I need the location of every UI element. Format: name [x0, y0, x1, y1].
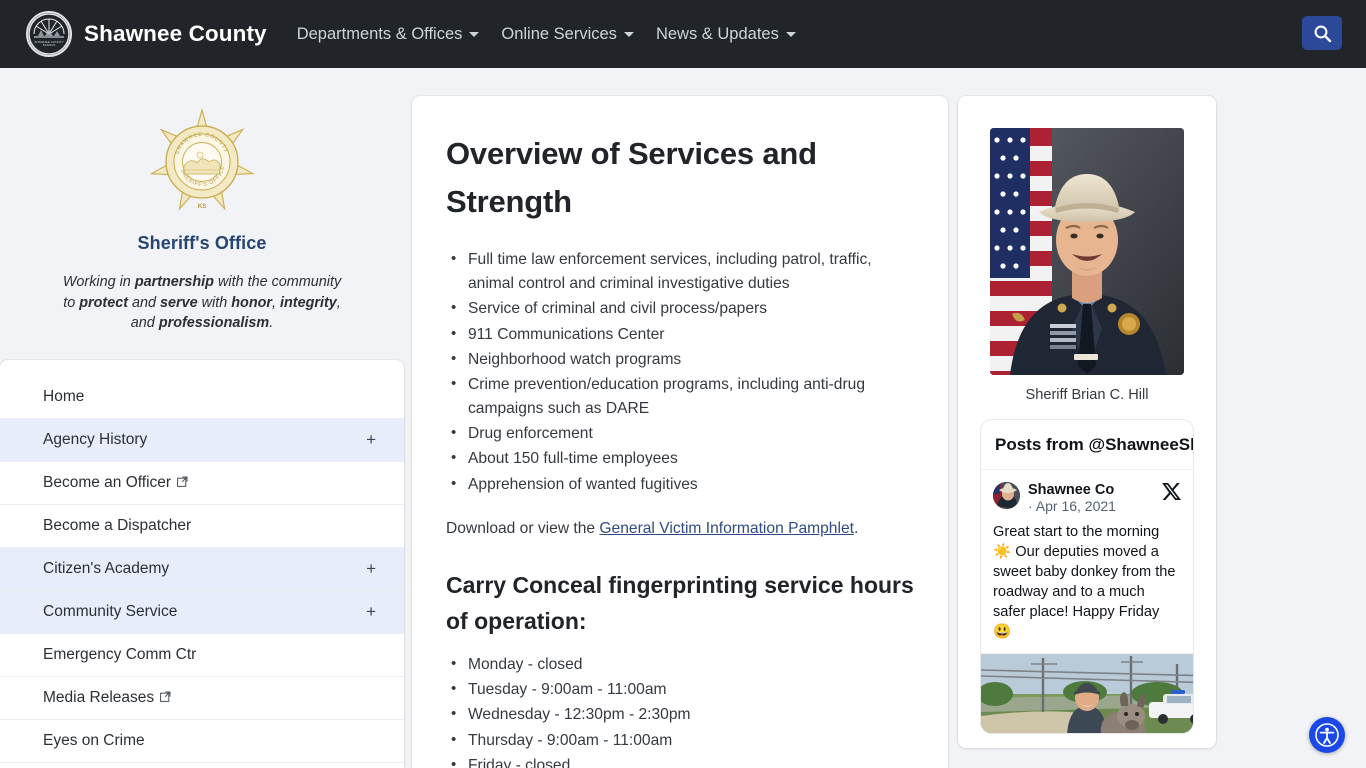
mission-emphasis: protect	[79, 294, 128, 311]
mission-emphasis: professionalism	[158, 315, 270, 332]
list-item: Wednesday - 12:30pm - 2:30pm	[450, 702, 916, 727]
x-widget-header: Posts from @ShawneeSheriff	[981, 420, 1193, 470]
pamphlet-paragraph: Download or view the General Victim Info…	[446, 517, 916, 541]
services-list: Full time law enforcement services, incl…	[450, 247, 916, 497]
external-link-icon	[160, 689, 171, 707]
sidebar-item-label: Media Releases	[43, 688, 155, 706]
brand-home-link[interactable]: SHAWNEE COUNTY KANSAS Shawnee County	[26, 11, 267, 57]
list-item: Full time law enforcement services, incl…	[450, 247, 916, 296]
sidebar-item-concealed-carry[interactable]: Concealed Carry	[0, 763, 404, 768]
sidebar-item-label: Agency History	[43, 430, 148, 448]
sidebar-item-label: Home	[43, 387, 85, 405]
primary-nav: Departments & Offices Online Services Ne…	[297, 25, 796, 44]
svg-text:KS: KS	[198, 204, 206, 210]
x-post-meta: Shawnee Co · Apr 16, 2021	[1028, 482, 1152, 516]
list-item: Service of criminal and civil process/pa…	[450, 296, 916, 321]
deputy-with-donkey-photo[interactable]	[981, 652, 1193, 733]
sidebar-item-media-releases[interactable]: Media Releases	[0, 677, 404, 720]
hours-list: Monday - closed Tuesday - 9:00am - 11:00…	[450, 652, 916, 768]
sidebar-item-label: Become an Officer	[43, 473, 172, 491]
mission-emphasis: serve	[160, 294, 198, 311]
sidebar-item-citizens-academy[interactable]: Citizen's Academy +	[0, 547, 404, 591]
mission-emphasis: integrity	[280, 294, 337, 311]
main-content-column: Overview of Services and Strength Full t…	[412, 96, 948, 768]
x-timeline-widget: Posts from @ShawneeSheriff	[980, 419, 1194, 734]
svg-text:KANSAS: KANSAS	[43, 43, 56, 47]
mission-emphasis: honor	[231, 294, 272, 311]
expand-plus-icon[interactable]: +	[366, 431, 376, 448]
sheriff-star-badge-icon: SHAWNEE COUNTY SHERIFF'S OFFICE KS	[143, 107, 261, 225]
x-account-name: Shawnee Co	[1028, 481, 1114, 498]
nav-item-news-updates[interactable]: News & Updates	[656, 25, 796, 44]
page-title: Overview of Services and Strength	[446, 136, 817, 220]
accessibility-widget-button[interactable]	[1309, 717, 1345, 753]
mission-text: with	[197, 294, 232, 311]
avatar[interactable]	[993, 481, 1020, 509]
external-link-icon	[177, 474, 188, 492]
department-badge-block: SHAWNEE COUNTY SHERIFF'S OFFICE KS Sheri…	[0, 96, 404, 254]
nav-item-online-services[interactable]: Online Services	[501, 25, 634, 44]
search-button[interactable]	[1302, 16, 1342, 50]
mission-text: ,	[272, 294, 280, 311]
sidebar-item-community-service[interactable]: Community Service +	[0, 590, 404, 634]
list-item: Drug enforcement	[450, 421, 916, 446]
sidebar-item-label: Become a Dispatcher	[43, 516, 192, 534]
main-content-card: Overview of Services and Strength Full t…	[412, 96, 948, 768]
nav-item-departments-offices[interactable]: Departments & Offices	[297, 25, 480, 44]
county-seal-icon: SHAWNEE COUNTY KANSAS	[26, 11, 72, 57]
sidebar-item-label: Emergency Comm Ctr	[43, 645, 197, 663]
sidebar-item-agency-history[interactable]: Agency History +	[0, 418, 404, 462]
chevron-down-icon	[469, 31, 480, 37]
mission-text: .	[269, 315, 274, 332]
x-post-body: Great start to the morning ☀️ Our deputi…	[993, 523, 1176, 640]
top-navbar: SHAWNEE COUNTY KANSAS Shawnee County Dep…	[0, 0, 1366, 68]
list-item: Thursday - 9:00am - 11:00am	[450, 727, 916, 753]
mission-emphasis: partnership	[134, 274, 214, 290]
page-body: SHAWNEE COUNTY SHERIFF'S OFFICE KS Sheri…	[0, 68, 1366, 768]
x-post[interactable]: Shawnee Co · Apr 16, 2021 Great start to…	[981, 470, 1193, 653]
list-item: Monday - closed	[450, 652, 916, 677]
sidebar-item-become-a-dispatcher[interactable]: Become a Dispatcher	[0, 505, 404, 548]
sidebar-item-label: Eyes on Crime	[43, 731, 145, 749]
right-sidebar: Sheriff Brian C. Hill Posts from @Shawne…	[958, 96, 1216, 748]
portrait-caption: Sheriff Brian C. Hill	[1025, 387, 1149, 403]
list-item: Tuesday - 9:00am - 11:00am	[450, 677, 916, 702]
expand-plus-icon[interactable]: +	[366, 603, 376, 620]
x-logo-icon[interactable]	[1162, 482, 1181, 506]
victim-pamphlet-link[interactable]: General Victim Information Pamphlet	[599, 520, 854, 537]
list-item: Neighborhood watch programs	[450, 347, 916, 372]
nav-item-label: News & Updates	[655, 24, 779, 43]
right-sidebar-card: Sheriff Brian C. Hill Posts from @Shawne…	[958, 96, 1216, 748]
list-item: Apprehension of wanted fugitives	[450, 471, 916, 497]
mission-text: Working in	[62, 274, 135, 290]
brand-title: Shawnee County	[84, 21, 267, 46]
nav-item-label: Departments & Offices	[296, 24, 463, 43]
search-icon	[1314, 25, 1331, 42]
expand-plus-icon[interactable]: +	[366, 560, 376, 577]
pamphlet-prefix: Download or view the	[446, 519, 600, 537]
sidebar-item-eyes-on-crime[interactable]: Eyes on Crime	[0, 720, 404, 763]
x-post-date: · Apr 16, 2021	[1028, 497, 1116, 514]
sidebar-item-label: Community Service	[43, 602, 178, 620]
left-sidebar: SHAWNEE COUNTY SHERIFF'S OFFICE KS Sheri…	[0, 96, 412, 768]
sidebar-item-home[interactable]: Home	[0, 376, 404, 419]
list-item: 911 Communications Center	[450, 322, 916, 347]
chevron-down-icon	[785, 31, 796, 37]
sidebar-item-emergency-comm-ctr[interactable]: Emergency Comm Ctr	[0, 634, 404, 677]
section-heading-hours: Carry Conceal fingerprinting service hou…	[446, 571, 914, 634]
list-item: About 150 full-time employees	[450, 446, 916, 471]
sidebar-item-become-an-officer[interactable]: Become an Officer	[0, 462, 404, 505]
list-item: Friday - closed	[450, 753, 916, 768]
department-title: Sheriff's Office	[137, 233, 267, 253]
chevron-down-icon	[623, 31, 634, 37]
list-item: Crime prevention/education programs, inc…	[450, 372, 916, 421]
mission-text: and	[128, 294, 161, 311]
mission-statement: Working in partnership with the communit…	[60, 272, 344, 334]
accessibility-person-icon	[1315, 723, 1339, 747]
pamphlet-suffix: .	[853, 519, 859, 537]
sheriff-portrait-photo	[990, 128, 1184, 375]
sidebar-item-label: Citizen's Academy	[43, 559, 170, 577]
section-nav-card: Home Agency History + Become an Officer	[0, 359, 404, 768]
nav-item-label: Online Services	[501, 24, 617, 43]
